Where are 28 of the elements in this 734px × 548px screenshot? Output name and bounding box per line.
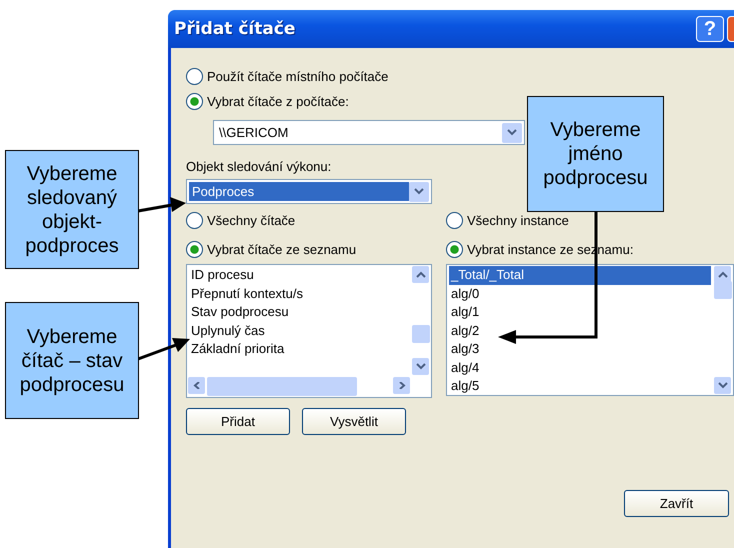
list-item[interactable]: Stav podprocesu bbox=[189, 303, 409, 322]
list-item[interactable]: alg/1 bbox=[449, 303, 711, 322]
list-item[interactable]: alg/0 bbox=[449, 284, 711, 303]
radio-label: Použít čítače místního počítače bbox=[207, 69, 388, 84]
callout: Vybereme čítač – stav podprocesu bbox=[5, 302, 139, 419]
list-item[interactable]: Uplynulý čas bbox=[189, 322, 409, 340]
dialog-button[interactable]: Vysvětlit bbox=[302, 408, 406, 435]
list-item[interactable]: alg/5 bbox=[449, 377, 711, 396]
close-dialog-button[interactable]: Zavřít bbox=[624, 490, 729, 517]
radio-label: Všechny čítače bbox=[207, 213, 296, 228]
list-item[interactable]: ID procesu bbox=[189, 266, 409, 284]
list-item[interactable]: Přepnutí kontextu/s bbox=[189, 284, 409, 303]
radio-label: Vybrat čítače z počítače: bbox=[207, 94, 349, 109]
help-button[interactable]: ? bbox=[696, 16, 724, 42]
window-title: Přidat čítače bbox=[174, 19, 296, 39]
computer-dropdown[interactable]: \\GERICOM bbox=[213, 120, 525, 145]
radio-label: Všechny instance bbox=[467, 213, 569, 228]
callout: Vybereme jméno podprocesu bbox=[527, 96, 664, 212]
list-item[interactable]: alg/3 bbox=[449, 340, 711, 358]
dialog-button[interactable]: Přidat bbox=[186, 408, 290, 435]
field-label: Objekt sledování výkonu: bbox=[186, 159, 332, 174]
list-item[interactable]: _Total/_Total bbox=[449, 266, 711, 284]
object-dropdown[interactable]: Podproces bbox=[186, 179, 432, 204]
list-item[interactable]: alg/4 bbox=[449, 358, 711, 377]
list-item[interactable]: Základní priorita bbox=[189, 340, 409, 358]
callout: Vybereme sledovaný objekt-podproces bbox=[5, 150, 139, 269]
list-item[interactable]: alg/2 bbox=[449, 322, 711, 340]
radio-label: Vybrat čítače ze seznamu bbox=[207, 242, 356, 257]
